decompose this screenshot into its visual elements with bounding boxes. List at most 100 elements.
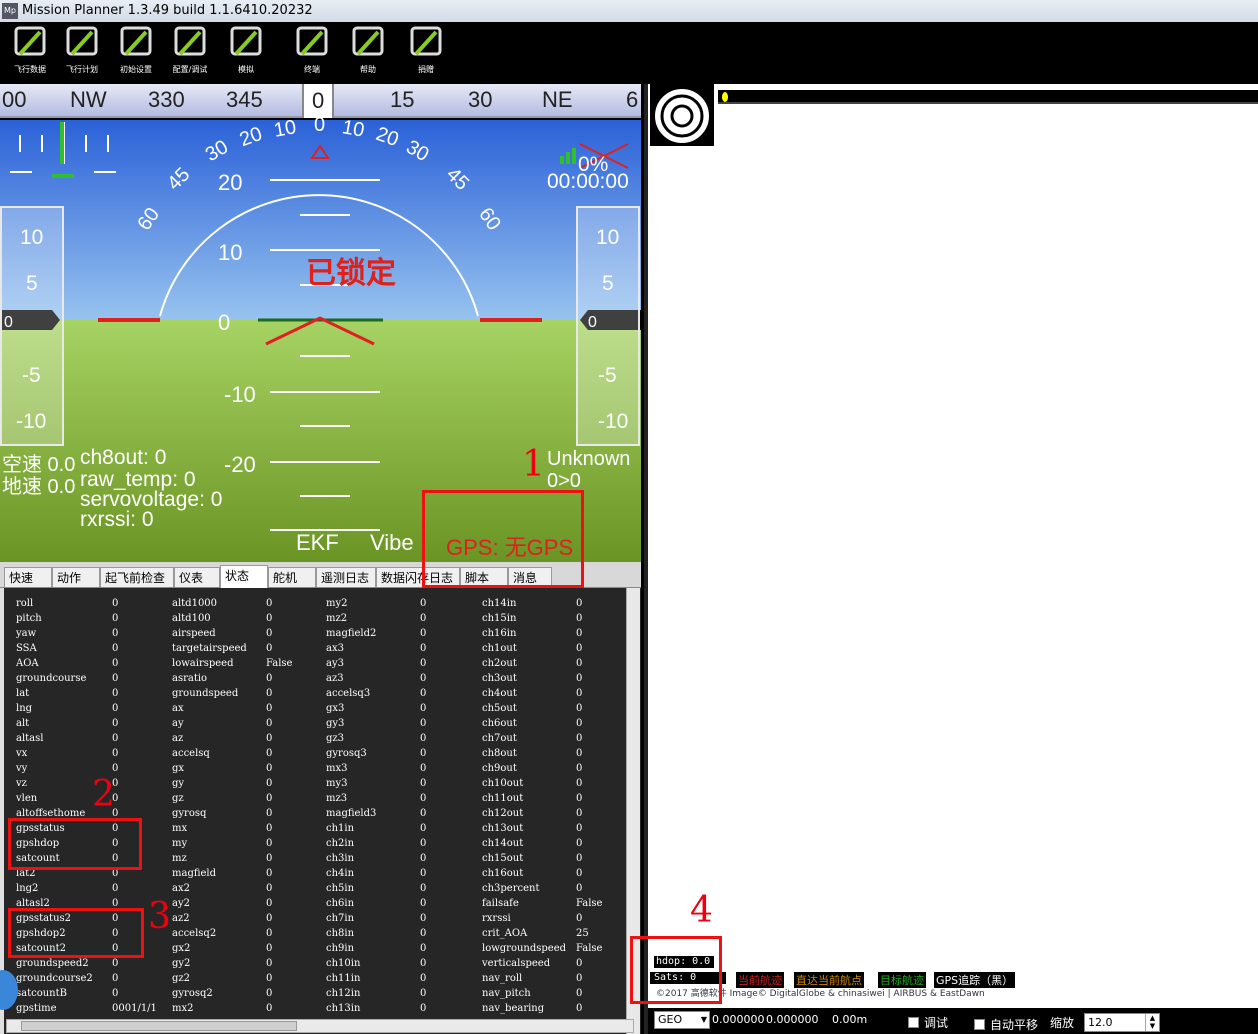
status-field-name[interactable]: yaw — [16, 628, 36, 639]
status-field-name[interactable]: mx — [172, 823, 187, 834]
status-field-name[interactable]: ch10out — [482, 778, 523, 789]
status-field-name[interactable]: magfield — [172, 868, 216, 879]
status-field-name[interactable]: satcountB — [16, 988, 67, 999]
horizontal-scrollbar-thumb[interactable] — [21, 1021, 297, 1031]
status-field-name[interactable]: lat — [16, 688, 29, 699]
status-field-name[interactable]: ch3out — [482, 673, 517, 684]
status-field-name[interactable]: ch7out — [482, 733, 517, 744]
status-field-name[interactable]: ch1out — [482, 643, 517, 654]
horizontal-scrollbar[interactable] — [6, 1019, 634, 1033]
status-field-name[interactable]: nav_bearing — [482, 1003, 544, 1014]
status-field-name[interactable]: ch6in — [326, 898, 354, 909]
status-field-name[interactable]: gy — [172, 778, 184, 789]
status-field-name[interactable]: gpstime — [16, 1003, 57, 1014]
status-field-name[interactable]: ch4in — [326, 868, 354, 879]
status-field-name[interactable]: az2 — [172, 913, 190, 924]
status-field-name[interactable]: crit_AOA — [482, 928, 527, 939]
toolbar-button-1[interactable]: 飞行计划 — [56, 24, 108, 80]
status-field-name[interactable]: ch2in — [326, 838, 354, 849]
vibe-indicator[interactable]: Vibe — [370, 530, 414, 556]
status-field-name[interactable]: nav_pitch — [482, 988, 531, 999]
status-field-name[interactable]: ay — [172, 718, 184, 729]
status-field-name[interactable]: ch8in — [326, 928, 354, 939]
status-field-name[interactable]: ay3 — [326, 658, 344, 669]
status-field-name[interactable]: magfield3 — [326, 808, 376, 819]
spinner-arrows-icon[interactable]: ▲ ▼ — [1145, 1014, 1159, 1031]
status-field-name[interactable]: altd100 — [172, 613, 211, 624]
status-field-name[interactable]: ch15out — [482, 853, 523, 864]
status-field-name[interactable]: accelsq — [172, 748, 210, 759]
status-field-name[interactable]: gz2 — [172, 973, 190, 984]
status-field-name[interactable]: groundspeed2 — [16, 958, 89, 969]
status-field-name[interactable]: alt — [16, 718, 29, 729]
status-field-name[interactable]: gz3 — [326, 733, 344, 744]
status-field-name[interactable]: gx2 — [172, 943, 190, 954]
status-field-name[interactable]: groundspeed — [172, 688, 238, 699]
status-field-name[interactable]: altasl — [16, 733, 43, 744]
debug-checkbox[interactable] — [908, 1017, 919, 1028]
status-field-name[interactable]: ch16in — [482, 628, 516, 639]
status-field-name[interactable]: gx3 — [326, 703, 344, 714]
status-field-name[interactable]: ch5out — [482, 703, 517, 714]
status-field-name[interactable]: rxrssi — [482, 913, 511, 924]
toolbar-button-2[interactable]: 初始设置 — [110, 24, 162, 80]
status-field-name[interactable]: ch14in — [482, 598, 516, 609]
status-field-name[interactable]: ax3 — [326, 643, 344, 654]
tab-3[interactable]: 仪表 — [174, 567, 220, 587]
status-field-name[interactable]: vx — [16, 748, 27, 759]
toolbar-button-6[interactable]: 帮助 — [342, 24, 394, 80]
status-field-name[interactable]: gyrosq — [172, 808, 206, 819]
toolbar-button-0[interactable]: 飞行数据 — [4, 24, 56, 80]
status-field-name[interactable]: ch2out — [482, 658, 517, 669]
status-field-name[interactable]: AOA — [16, 658, 39, 669]
status-field-name[interactable]: ch10in — [326, 958, 360, 969]
status-field-name[interactable]: mx2 — [172, 1003, 193, 1014]
status-field-name[interactable]: targetairspeed — [172, 643, 247, 654]
status-field-name[interactable]: az3 — [326, 673, 344, 684]
status-field-name[interactable]: ch9in — [326, 943, 354, 954]
toolbar-button-7[interactable]: 捐赠 — [400, 24, 452, 80]
status-field-name[interactable]: gz — [172, 793, 184, 804]
status-field-name[interactable]: altd1000 — [172, 598, 217, 609]
status-field-name[interactable]: accelsq2 — [172, 928, 216, 939]
status-field-name[interactable]: mx3 — [326, 763, 347, 774]
status-field-name[interactable]: ch14out — [482, 838, 523, 849]
status-field-name[interactable]: ch11in — [326, 973, 360, 984]
status-field-name[interactable]: ch3in — [326, 853, 354, 864]
status-field-name[interactable]: ch11out — [482, 793, 523, 804]
status-field-name[interactable]: gx — [172, 763, 184, 774]
status-field-name[interactable]: my3 — [326, 778, 348, 789]
status-field-name[interactable]: lowairspeed — [172, 658, 234, 669]
status-field-name[interactable]: gy2 — [172, 958, 190, 969]
status-field-name[interactable]: ch3percent — [482, 883, 539, 894]
status-field-name[interactable]: verticalspeed — [482, 958, 550, 969]
zoom-stepper[interactable]: 12.0 ▲ ▼ — [1084, 1013, 1160, 1032]
autopan-checkbox[interactable] — [974, 1019, 985, 1030]
tab-1[interactable]: 动作 — [52, 567, 100, 587]
status-field-name[interactable]: asratio — [172, 673, 207, 684]
tab-2[interactable]: 起飞前检查 — [100, 567, 174, 587]
status-field-name[interactable]: ch4out — [482, 688, 517, 699]
status-field-name[interactable]: nav_roll — [482, 973, 522, 984]
status-field-name[interactable]: ch12out — [482, 808, 523, 819]
status-field-name[interactable]: az — [172, 733, 183, 744]
status-field-name[interactable]: accelsq3 — [326, 688, 370, 699]
coord-system-select[interactable]: GEO ▼ — [654, 1011, 710, 1029]
status-field-name[interactable]: lng2 — [16, 883, 38, 894]
status-field-name[interactable]: vz — [16, 778, 27, 789]
toolbar-button-5[interactable]: 终端 — [286, 24, 338, 80]
ekf-indicator[interactable]: EKF — [296, 530, 339, 556]
status-field-name[interactable]: mz3 — [326, 793, 347, 804]
tab-4[interactable]: 状态 — [220, 565, 268, 588]
status-field-name[interactable]: ch9out — [482, 763, 517, 774]
status-field-name[interactable]: ch1in — [326, 823, 354, 834]
map-panel[interactable]: hdop: 0.0 Sats: 0 当前航迹 直达当前航点 目标航迹 GPS追踪… — [644, 84, 1258, 1034]
toolbar-button-4[interactable]: 模拟 — [220, 24, 272, 80]
status-field-name[interactable]: lowgroundspeed — [482, 943, 566, 954]
status-field-name[interactable]: ch13out — [482, 823, 523, 834]
status-field-name[interactable]: ch7in — [326, 913, 354, 924]
status-field-name[interactable]: ch6out — [482, 718, 517, 729]
tab-5[interactable]: 舵机 — [268, 567, 316, 587]
status-field-name[interactable]: gyrosq3 — [326, 748, 367, 759]
tab-6[interactable]: 遥测日志 — [316, 567, 376, 587]
